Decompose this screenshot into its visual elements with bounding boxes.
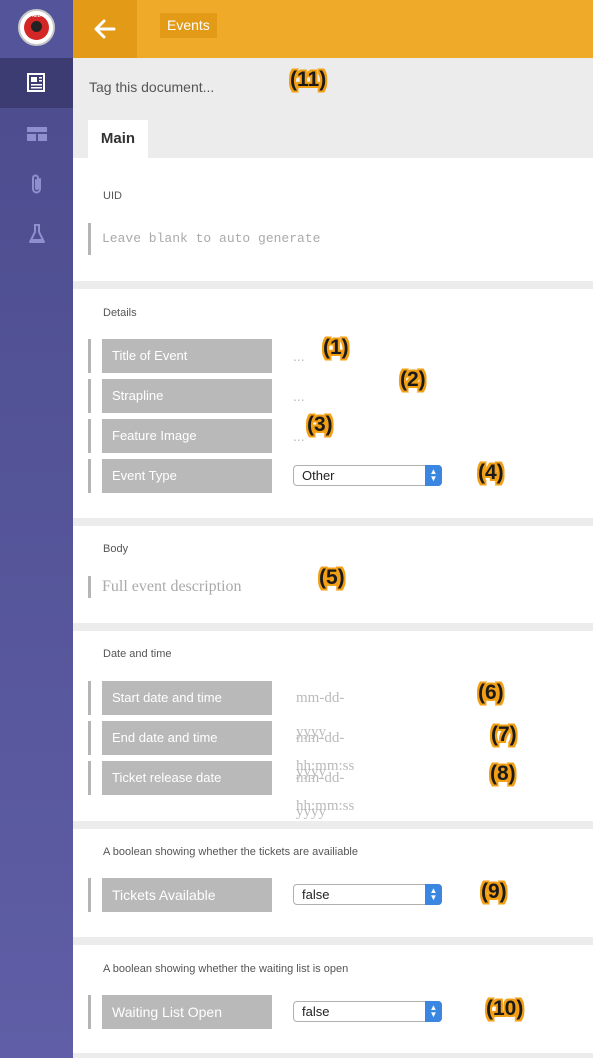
- tickets-available-label: Tickets Available: [102, 878, 272, 912]
- layout-icon: [26, 127, 47, 141]
- section-title-body: Body: [103, 543, 129, 555]
- feature-image-label: Feature Image: [102, 419, 272, 453]
- annotation-8: (8): [490, 762, 516, 785]
- strapline-label: Strapline: [102, 379, 272, 413]
- back-button[interactable]: [73, 0, 137, 58]
- section-title-datetime: Date and time: [103, 648, 172, 660]
- paperclip-icon: [31, 174, 41, 194]
- sidebar-item-experiments[interactable]: [0, 209, 73, 259]
- flask-icon: [28, 224, 45, 243]
- section-title-uid: UID: [103, 190, 122, 202]
- annotation-7: (7): [491, 723, 517, 746]
- tickets-available-select[interactable]: false ▲ ▼: [293, 884, 442, 905]
- start-date-input[interactable]: mm-dd-yyyy hh:mm:ss: [296, 681, 354, 774]
- details-section: Details Title of Event ... Strapline ...…: [73, 289, 593, 518]
- title-of-event-input[interactable]: ...: [293, 339, 305, 373]
- section-title-tickets: A boolean showing whether the tickets ar…: [103, 846, 358, 858]
- breadcrumb-events[interactable]: Events: [160, 13, 217, 38]
- chevron-updown-icon: ▲ ▼: [425, 465, 442, 486]
- document-icon: [26, 73, 45, 92]
- annotation-3: (3): [307, 413, 333, 436]
- tickets-section: A boolean showing whether the tickets ar…: [73, 829, 593, 937]
- logo-area: RED: [0, 0, 73, 58]
- annotation-10: (10): [486, 997, 524, 1020]
- logo-text: RED: [32, 13, 41, 18]
- sidebar-item-layout[interactable]: [0, 109, 73, 159]
- event-type-label: Event Type: [102, 459, 272, 493]
- annotation-9: (9): [481, 880, 507, 903]
- annotation-11: (11): [290, 68, 327, 91]
- waiting-list-select[interactable]: false ▲ ▼: [293, 1001, 442, 1022]
- uid-section: UID Leave blank to auto generate: [73, 158, 593, 281]
- logo[interactable]: RED: [18, 9, 55, 46]
- chevron-updown-icon: ▲ ▼: [425, 1001, 442, 1022]
- sidebar-item-attachments[interactable]: [0, 159, 73, 209]
- tag-input[interactable]: Tag this document...: [89, 79, 214, 95]
- section-title-waiting: A boolean showing whether the waiting li…: [103, 963, 349, 975]
- end-date-label: End date and time: [102, 721, 272, 755]
- ticket-release-label: Ticket release date: [102, 761, 272, 795]
- annotation-4: (4): [478, 461, 504, 484]
- feature-image-input[interactable]: ...: [293, 419, 305, 453]
- strapline-input[interactable]: ...: [293, 379, 305, 413]
- annotation-1: (1): [323, 336, 349, 359]
- ticket-release-input[interactable]: mm-dd-yyyy hh:mm:ss: [296, 761, 354, 854]
- tab-main[interactable]: Main: [88, 120, 148, 158]
- title-of-event-label: Title of Event: [102, 339, 272, 373]
- top-bar: Events: [73, 0, 593, 58]
- annotation-5: (5): [319, 566, 345, 589]
- event-type-select[interactable]: Other ▲ ▼: [293, 465, 442, 486]
- end-date-input[interactable]: mm-dd-yyyy hh:mm:ss: [296, 721, 354, 814]
- arrow-left-icon: [94, 19, 116, 39]
- sidebar-item-documents[interactable]: [0, 58, 73, 108]
- start-date-label: Start date and time: [102, 681, 272, 715]
- chevron-updown-icon: ▲ ▼: [425, 884, 442, 905]
- sidebar: RED: [0, 0, 73, 1058]
- section-title-details: Details: [103, 307, 137, 319]
- annotation-6: (6): [478, 681, 504, 704]
- waiting-list-label: Waiting List Open: [102, 995, 272, 1029]
- annotation-2: (2): [400, 368, 426, 391]
